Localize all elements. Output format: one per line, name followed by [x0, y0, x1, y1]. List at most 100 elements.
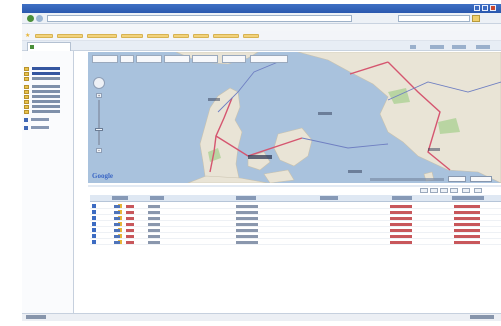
- menu-tools[interactable]: [98, 25, 114, 30]
- row-select-icon[interactable]: [92, 234, 96, 238]
- search-icon[interactable]: [472, 15, 480, 22]
- map-view[interactable]: [88, 52, 501, 183]
- row-select-icon[interactable]: [92, 228, 96, 232]
- minimize-button[interactable]: [474, 5, 480, 11]
- alert-icon: [126, 210, 134, 214]
- favorite-link[interactable]: [213, 34, 239, 38]
- zoom-level[interactable]: [470, 315, 494, 319]
- pan-control-icon[interactable]: [93, 77, 105, 89]
- sidebar-tree-label: [32, 85, 60, 89]
- sidebar-link[interactable]: [24, 117, 54, 122]
- row-select-icon[interactable]: [92, 240, 96, 244]
- menu-file[interactable]: [26, 25, 42, 30]
- page-menu-button[interactable]: [430, 45, 444, 49]
- map-type-button[interactable]: [448, 176, 466, 182]
- table-cell: [148, 210, 160, 214]
- alert-icon: [126, 204, 134, 208]
- sidebar-tree-item[interactable]: [24, 109, 70, 114]
- help-button[interactable]: [476, 45, 490, 49]
- map-control-button[interactable]: [136, 55, 162, 63]
- column-header[interactable]: [392, 196, 412, 200]
- table-cell: [148, 216, 160, 220]
- column-header[interactable]: [236, 196, 256, 200]
- map-control-button[interactable]: [120, 55, 134, 63]
- alert-icon: [126, 234, 134, 238]
- row-select-icon[interactable]: [92, 216, 96, 220]
- favorite-link[interactable]: [121, 34, 143, 38]
- toolbar-button[interactable]: [440, 188, 448, 193]
- map-control-button[interactable]: [92, 55, 118, 63]
- panel-title: [92, 186, 152, 192]
- sidebar-title: [24, 56, 71, 62]
- table-cell: [148, 240, 160, 244]
- toolbar-button[interactable]: [430, 188, 438, 193]
- favorite-link[interactable]: [147, 34, 169, 38]
- map-control-button[interactable]: [250, 55, 288, 63]
- map-copyright: [370, 178, 444, 181]
- row-select-icon[interactable]: [92, 222, 96, 226]
- menu-edit[interactable]: [44, 25, 60, 30]
- window-title: [30, 5, 150, 12]
- search-input[interactable]: [398, 15, 470, 22]
- row-select-icon[interactable]: [92, 204, 96, 208]
- map-provider-logo: Google: [92, 172, 113, 180]
- sidebar-tree-label: [32, 77, 60, 81]
- map-canvas: [88, 52, 501, 183]
- menu-help[interactable]: [116, 25, 132, 30]
- map-control-button[interactable]: [192, 55, 218, 63]
- status-text: [26, 315, 46, 319]
- back-button[interactable]: [27, 15, 34, 22]
- sidebar-tree-label: [32, 110, 60, 114]
- table-cell: [236, 222, 258, 226]
- favorites-star-icon[interactable]: ★: [25, 33, 32, 39]
- status-icon: [114, 222, 120, 226]
- close-button[interactable]: [490, 5, 496, 11]
- zoom-slider[interactable]: [98, 100, 100, 145]
- status-icon: [114, 240, 120, 244]
- menu-favorites[interactable]: [80, 25, 96, 30]
- favorite-link[interactable]: [173, 34, 189, 38]
- maximize-button[interactable]: [482, 5, 488, 11]
- favorite-link[interactable]: [87, 34, 117, 38]
- column-header[interactable]: [150, 196, 164, 200]
- column-header[interactable]: [112, 196, 128, 200]
- toolbar-button[interactable]: [462, 188, 470, 193]
- url-input[interactable]: [47, 15, 352, 22]
- column-header[interactable]: [452, 196, 484, 200]
- table-cell: [390, 240, 412, 244]
- sidebar-tree-item[interactable]: [24, 76, 70, 81]
- table-cell: [236, 216, 258, 220]
- zoom-slider-handle[interactable]: [95, 128, 103, 131]
- tools-menu-button[interactable]: [452, 45, 466, 49]
- toolbar-button[interactable]: [420, 188, 428, 193]
- map-control-button[interactable]: [164, 55, 190, 63]
- favorite-link[interactable]: [243, 34, 259, 38]
- status-icon: [114, 216, 120, 220]
- zoom-in-button[interactable]: +: [96, 93, 102, 98]
- sidebar-tree-label: [32, 72, 60, 76]
- table-cell: [390, 228, 412, 232]
- toolbar-button[interactable]: [474, 188, 482, 193]
- forward-button[interactable]: [36, 15, 43, 22]
- row-select-icon[interactable]: [92, 210, 96, 214]
- map-control-button[interactable]: [222, 55, 246, 63]
- column-header[interactable]: [320, 196, 338, 200]
- table-row[interactable]: [90, 239, 501, 245]
- favorite-link[interactable]: [193, 34, 209, 38]
- table-cell: [390, 204, 412, 208]
- zoom-out-button[interactable]: −: [96, 148, 102, 153]
- page-icon: [30, 45, 34, 49]
- map-type-button[interactable]: [470, 176, 492, 182]
- favorite-link[interactable]: [57, 34, 83, 38]
- menu-view[interactable]: [62, 25, 78, 30]
- toolbar-button[interactable]: [450, 188, 458, 193]
- table-cell: [454, 240, 480, 244]
- sidebar-link[interactable]: [24, 125, 54, 130]
- home-icon[interactable]: [410, 45, 416, 49]
- folder-icon: [24, 109, 29, 114]
- table-cell: [454, 234, 480, 238]
- alert-icon: [126, 240, 134, 244]
- sidebar-tree-label: [32, 105, 60, 109]
- table-cell: [236, 204, 258, 208]
- favorite-link[interactable]: [35, 34, 53, 38]
